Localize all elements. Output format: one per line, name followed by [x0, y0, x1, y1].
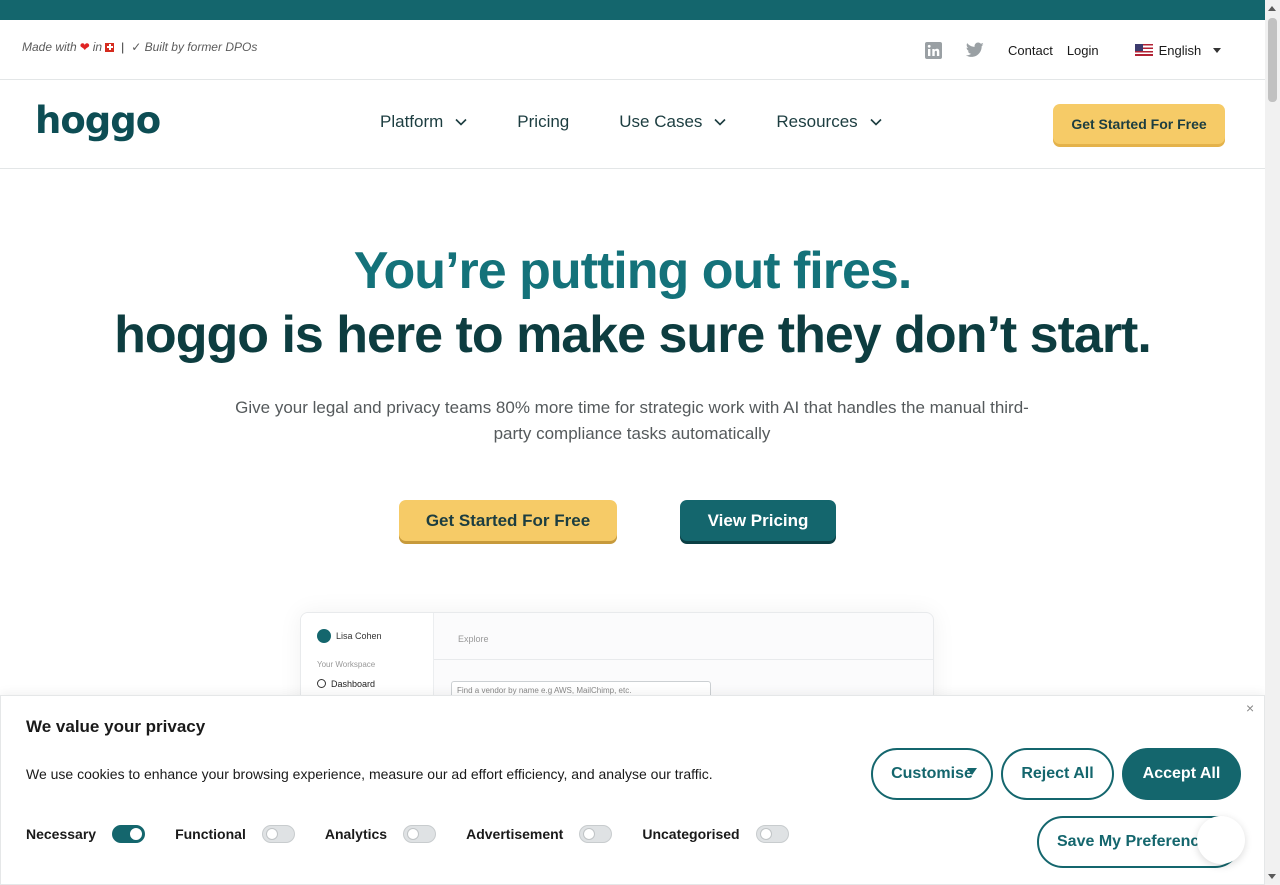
customise-label: Customise — [891, 765, 973, 782]
main-navigation: hoggo Platform Pricing Use Cases Resourc… — [0, 81, 1265, 169]
nav-links: Platform Pricing Use Cases Resources — [380, 112, 932, 132]
language-label: English — [1158, 42, 1202, 58]
contact-link[interactable]: Contact — [1008, 43, 1053, 58]
scroll-down-arrow-icon[interactable] — [1268, 874, 1276, 879]
toggle-label-uncategorised: Uncategorised — [642, 826, 740, 842]
separator: | — [121, 40, 125, 54]
in-text: in — [92, 40, 103, 54]
utility-nav: Contact Login English — [924, 40, 1222, 60]
view-pricing-button[interactable]: View Pricing — [680, 500, 836, 541]
nav-item-platform[interactable]: Platform — [380, 112, 467, 132]
scroll-up-arrow-icon[interactable] — [1268, 6, 1276, 11]
heart-icon: ❤ — [79, 40, 90, 54]
divider — [434, 659, 933, 660]
toggle-necessary[interactable] — [112, 825, 146, 843]
get-started-hero-button[interactable]: Get Started For Free — [399, 500, 617, 541]
dashboard-icon — [317, 679, 326, 688]
cookie-consent-banner: × We value your privacy We use cookies t… — [0, 695, 1265, 885]
hero-headline-1: You’re putting out fires. — [353, 242, 913, 300]
chevron-down-icon — [455, 118, 467, 126]
chat-widget-button[interactable] — [1197, 816, 1245, 864]
hero-headline-2: hoggo is here to make sure they don’t st… — [114, 306, 1152, 364]
vertical-scrollbar[interactable] — [1265, 0, 1280, 885]
built-by-text: ✓ Built by former DPOs — [131, 40, 258, 54]
toggle-label-functional: Functional — [175, 826, 246, 842]
toggle-knob — [583, 828, 596, 840]
caret-down-icon — [1213, 47, 1222, 53]
chevron-down-icon — [714, 118, 726, 126]
linkedin-icon[interactable] — [924, 41, 942, 59]
nav-item-pricing[interactable]: Pricing — [517, 112, 569, 132]
caret-down-icon — [967, 768, 977, 775]
nav-item-label: Platform — [380, 112, 444, 131]
toggle-knob — [759, 828, 772, 840]
toggle-knob — [265, 828, 278, 840]
swiss-flag-icon — [105, 42, 115, 52]
toggle-functional[interactable] — [261, 825, 295, 843]
toggle-analytics[interactable] — [403, 825, 437, 843]
toggle-uncategorised[interactable] — [755, 825, 789, 843]
cookie-category-toggles: Necessary Functional Analytics Advertise… — [26, 825, 819, 843]
accept-all-button[interactable]: Accept All — [1122, 748, 1241, 800]
hero-subtitle: Give your legal and privacy teams 80% mo… — [235, 398, 1029, 443]
preview-dashboard-item: Dashboard — [331, 679, 376, 689]
toggle-label-analytics: Analytics — [324, 826, 388, 842]
announcement-text: Made with ❤ in | ✓ Built by former DPOs — [22, 40, 257, 54]
get-started-nav-button[interactable]: Get Started For Free — [1053, 104, 1225, 144]
toggle-knob — [130, 828, 143, 840]
toggle-advertisement[interactable] — [579, 825, 613, 843]
nav-item-use-cases[interactable]: Use Cases — [619, 112, 726, 132]
preview-user-name: Lisa Cohen — [336, 631, 382, 641]
logo-text: hoggo — [35, 99, 161, 142]
cookie-description: We use cookies to enhance your browsing … — [26, 766, 713, 782]
us-flag-icon — [1134, 44, 1153, 56]
chevron-down-icon — [870, 118, 882, 126]
customise-button[interactable]: Customise — [871, 748, 993, 800]
toggle-label-advertisement: Advertisement — [466, 826, 564, 842]
toggle-knob — [407, 828, 420, 840]
made-with-text: Made with — [22, 40, 77, 54]
preview-explore-label: Explore — [458, 634, 489, 644]
nav-item-label: Use Cases — [619, 112, 703, 131]
reject-all-button[interactable]: Reject All — [1001, 748, 1114, 800]
announcement-bar: Made with ❤ in | ✓ Built by former DPOs … — [0, 20, 1265, 80]
avatar — [317, 629, 331, 643]
close-icon[interactable]: × — [1246, 700, 1254, 716]
preview-workspace-label: Your Workspace — [317, 660, 376, 669]
twitter-icon[interactable] — [966, 41, 984, 59]
cookie-title: We value your privacy — [26, 717, 206, 736]
nav-item-label: Resources — [776, 112, 858, 131]
scrollbar-thumb[interactable] — [1268, 18, 1277, 102]
top-accent-strip — [0, 0, 1280, 20]
nav-item-label: Pricing — [517, 112, 570, 131]
toggle-label-necessary: Necessary — [26, 826, 97, 842]
nav-item-resources[interactable]: Resources — [776, 112, 882, 132]
login-link[interactable]: Login — [1067, 43, 1099, 58]
hoggo-logo[interactable]: hoggo — [35, 99, 161, 142]
language-selector[interactable]: English — [1134, 42, 1222, 58]
